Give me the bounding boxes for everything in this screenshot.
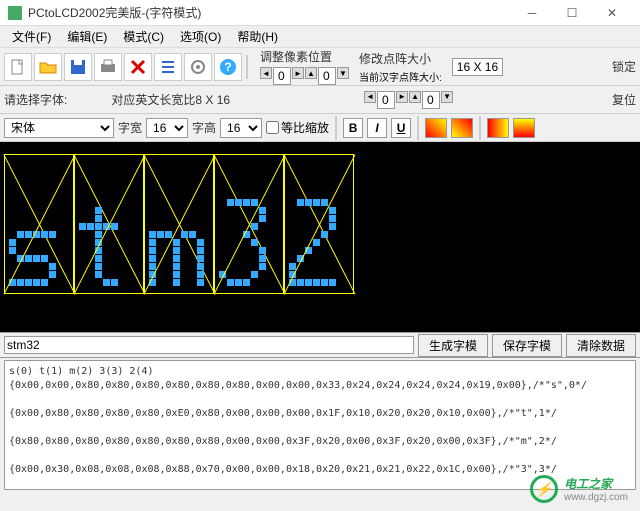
input-row: 生成字模 保存字模 清除数据: [0, 332, 640, 358]
output-textarea[interactable]: s(0) t(1) m(2) 3(3) 2(4) {0x00,0x00,0x80…: [4, 360, 636, 490]
font-toolbar: 请选择字体: 对应英文长宽比8 X 16 ◄ 0 ► ▲ 0 ▼ 复位: [0, 86, 640, 114]
rotate-ccw-icon[interactable]: [451, 118, 473, 138]
height-select[interactable]: 16: [220, 118, 262, 138]
en-width-label: 对应英文长宽比8 X 16: [111, 91, 230, 108]
reset-label[interactable]: 复位: [612, 91, 636, 108]
app-icon: [8, 6, 22, 20]
help-button[interactable]: ?: [214, 53, 242, 81]
menu-bar: 文件(F) 编辑(E) 模式(C) 选项(O) 帮助(H): [0, 26, 640, 48]
clear-button[interactable]: 清除数据: [566, 334, 636, 357]
print-button[interactable]: [94, 53, 122, 81]
char-cell[interactable]: [284, 154, 354, 294]
lock-label[interactable]: 锁定: [612, 58, 636, 75]
menu-file[interactable]: 文件(F): [4, 26, 59, 47]
char-cell[interactable]: [214, 154, 284, 294]
height-label: 字高: [192, 119, 216, 136]
pixel-pos-label: 调整像素位置: [260, 48, 349, 65]
watermark: ⚡ 电工之家 www.dgzj.com: [530, 475, 628, 503]
pixel-x-val: 0: [273, 67, 291, 85]
flip-h-icon[interactable]: [487, 118, 509, 138]
new-button[interactable]: [4, 53, 32, 81]
flip-v-icon[interactable]: [513, 118, 535, 138]
delete-button[interactable]: [124, 53, 152, 81]
text-input[interactable]: [4, 336, 414, 354]
width-label: 字宽: [118, 119, 142, 136]
pixel-left-button[interactable]: ◄: [260, 67, 272, 79]
size-display: 16 X 16: [452, 58, 503, 76]
close-button[interactable]: ✕: [592, 0, 632, 26]
menu-edit[interactable]: 编辑(E): [59, 26, 115, 47]
maximize-button[interactable]: ☐: [552, 0, 592, 26]
pixel-up-button[interactable]: ▲: [305, 67, 317, 79]
svg-text:?: ?: [224, 60, 231, 74]
font-select[interactable]: 宋体: [4, 118, 114, 138]
menu-options[interactable]: 选项(O): [172, 26, 229, 47]
pixel-right-button[interactable]: ►: [292, 67, 304, 79]
width-select[interactable]: 16: [146, 118, 188, 138]
char-cell[interactable]: [4, 154, 74, 294]
char-cell[interactable]: [144, 154, 214, 294]
rotate-cw-icon[interactable]: [425, 118, 447, 138]
italic-button[interactable]: I: [367, 118, 387, 138]
bold-button[interactable]: B: [343, 118, 363, 138]
matrix-w-inc[interactable]: ►: [396, 91, 408, 103]
current-size-label: 当前汉字点阵大小:: [359, 69, 442, 84]
settings-button[interactable]: [184, 53, 212, 81]
preview-canvas[interactable]: [0, 142, 640, 332]
pixel-down-button[interactable]: ▼: [337, 67, 349, 79]
save-font-button[interactable]: 保存字模: [492, 334, 562, 357]
ratio-checkbox[interactable]: [266, 121, 279, 134]
pixel-y-val: 0: [318, 67, 336, 85]
main-toolbar: ? 调整像素位置 ◄ 0 ► ▲ 0 ▼ 修改点阵大小 当前汉字点阵大小: 16…: [0, 48, 640, 86]
open-button[interactable]: [34, 53, 62, 81]
save-button[interactable]: [64, 53, 92, 81]
window-title: PCtoLCD2002完美版-(字符模式): [28, 4, 512, 21]
menu-mode[interactable]: 模式(C): [115, 26, 172, 47]
matrix-w-dec[interactable]: ◄: [364, 91, 376, 103]
matrix-h-dec[interactable]: ▲: [409, 91, 421, 103]
menu-help[interactable]: 帮助(H): [229, 26, 286, 47]
minimize-button[interactable]: ─: [512, 0, 552, 26]
char-cell[interactable]: [74, 154, 144, 294]
generate-button[interactable]: 生成字模: [418, 334, 488, 357]
select-font-label: 请选择字体:: [4, 91, 67, 108]
underline-button[interactable]: U: [391, 118, 411, 138]
matrix-size-label: 修改点阵大小: [359, 50, 442, 67]
bolt-icon: ⚡: [530, 475, 558, 503]
font-toolbar-2: 宋体 字宽 16 字高 16 等比缩放 B I U: [0, 114, 640, 142]
matrix-h-inc[interactable]: ▼: [441, 91, 453, 103]
list-button[interactable]: [154, 53, 182, 81]
title-bar: PCtoLCD2002完美版-(字符模式) ─ ☐ ✕: [0, 0, 640, 26]
